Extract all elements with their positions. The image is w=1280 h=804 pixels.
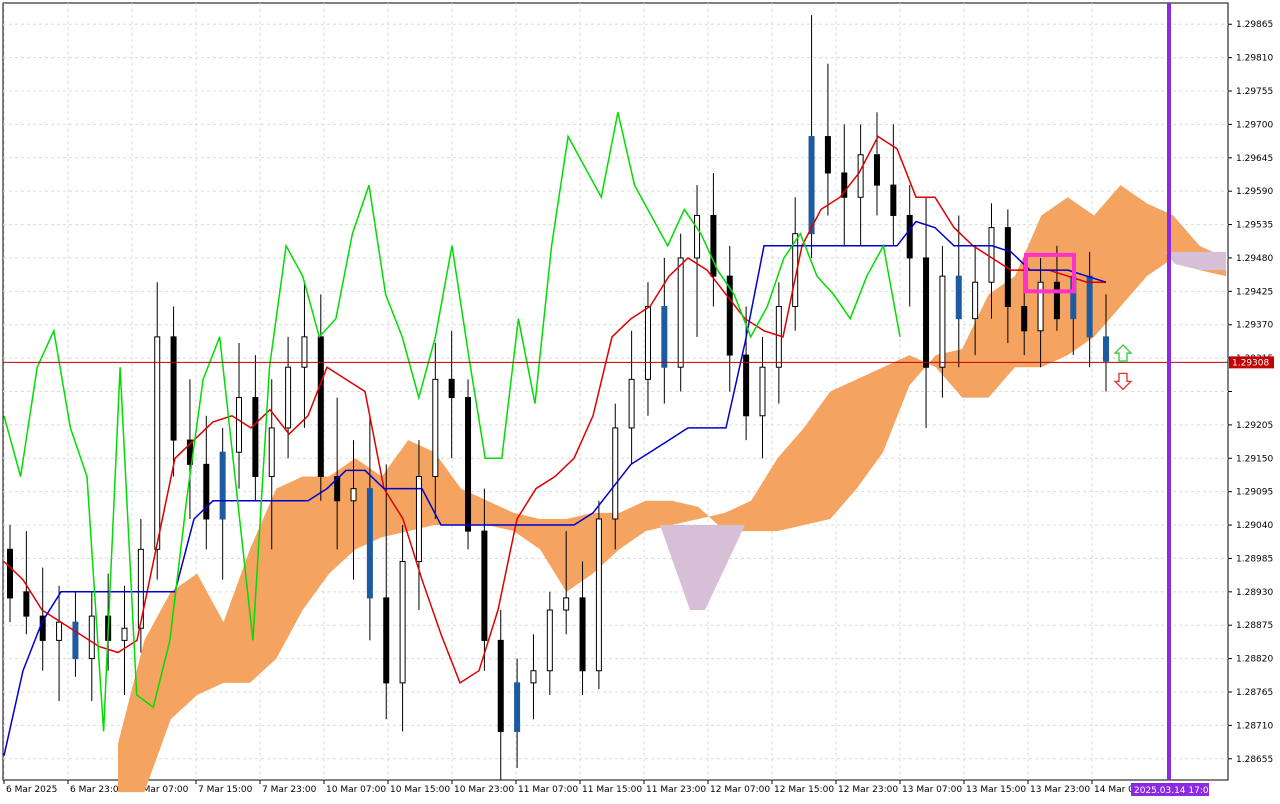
y-tick-label: 1.29865 [1236,20,1273,30]
y-tick-label: 1.28655 [1236,755,1273,765]
candle-body [906,214,913,259]
x-tick-label: 11 Mar 07:00 [518,785,578,795]
candle-body [268,427,275,477]
candle-body [121,627,128,641]
candle-body [23,591,30,617]
x-tick-label: 7 Mar 23:00 [262,785,317,795]
candle-body [203,463,210,520]
candle-body [939,275,946,368]
y-tick-label: 1.29700 [1236,120,1273,130]
candle-body [399,560,406,684]
candle-body [988,227,995,283]
x-tick-label: 6 Mar 23:00 [70,785,125,795]
y-tick-label: 1.29425 [1236,287,1273,297]
candle-body [530,670,537,684]
x-tick-label: 11 Mar 15:00 [582,785,642,795]
candle-body [481,530,488,641]
candle-body [972,281,979,320]
candle-body [808,136,815,235]
candle-body [955,275,962,320]
candle [595,500,602,689]
y-tick-label: 1.28930 [1236,588,1273,598]
x-tick-label: 13 Mar 23:00 [1030,785,1090,795]
candle-body [759,366,766,417]
y-tick-label: 1.29095 [1236,488,1273,498]
x-tick-label: 11 Mar 23:00 [646,785,706,795]
candle-body [88,615,95,660]
candle-body [873,154,880,186]
y-tick-label: 1.28710 [1236,721,1273,731]
candle-body [252,397,259,477]
candle-body [514,682,521,732]
candle-body [72,621,79,660]
x-tick-label: 10 Mar 07:00 [326,785,386,795]
x-tick-label: 7 Mar 15:00 [198,785,253,795]
x-tick-label: 12 Mar 07:00 [710,785,770,795]
x-tick-label: 13 Mar 07:00 [902,785,962,795]
candle-body [448,378,455,399]
y-tick-label: 1.28875 [1236,621,1273,631]
candle-body [661,306,668,368]
y-tick-label: 1.29480 [1236,254,1273,264]
candle-body [56,621,63,641]
candle-body [563,597,570,611]
candle-body [154,336,161,550]
candle-body [366,488,373,599]
time-marker-label: 2025.03.14 17:00 [1134,786,1215,796]
x-tick-label: 13 Mar 15:00 [966,785,1026,795]
x-tick-label: 10 Mar 23:00 [454,785,514,795]
candle-body [890,184,897,216]
y-tick-label: 1.29755 [1236,87,1273,97]
candle-body [710,214,717,277]
y-tick-label: 1.29590 [1236,187,1273,197]
candle-body [612,427,619,520]
candle-body [383,597,390,684]
candle-body [350,488,357,502]
candle-body [857,154,864,198]
candle [465,379,472,550]
candle-body [219,451,226,520]
candle-body [595,518,602,672]
candle-body [170,336,177,441]
candle-body [579,597,586,672]
y-tick-label: 1.28765 [1236,688,1273,698]
y-tick-label: 1.29370 [1236,321,1273,331]
candle-body [1053,281,1060,320]
candle-body [743,354,750,417]
current-price-label: 1.29308 [1232,358,1269,368]
candle-body [236,397,243,453]
y-tick-label: 1.28820 [1236,655,1273,665]
x-tick-label: 6 Mar 2025 [6,785,57,795]
candle-body [644,306,651,380]
candle-body [7,548,13,599]
chart-area: 1.29865 1.29810 1.29755 1.29700 1.29645 1.295… [0,0,1280,800]
y-tick-label: 1.29645 [1236,154,1273,164]
candlestick-chart: 1.29865 1.29810 1.29755 1.29700 1.29645 1.295… [2,2,1274,796]
y-tick-label: 1.28985 [1236,554,1273,564]
x-tick-label: 12 Mar 15:00 [774,785,834,795]
candle-body [677,257,684,368]
candle-body [465,397,472,532]
y-tick-label: 1.29810 [1236,54,1273,64]
x-tick-label: 10 Mar 15:00 [390,785,450,795]
x-tick-label: 12 Mar 23:00 [838,785,898,795]
candle-body [432,378,439,477]
candle-body [317,336,324,477]
candle-body [1086,275,1093,338]
candle-body [694,214,701,259]
candle-body [923,257,930,368]
candle-body [546,609,553,672]
y-tick-label: 1.29150 [1236,454,1273,464]
y-tick-label: 1.29535 [1236,221,1273,231]
candle-body [824,136,831,174]
y-tick-label: 1.29205 [1236,421,1273,431]
candle-body [497,639,504,732]
candle-body [285,366,292,429]
candle-body [1103,336,1109,362]
candle-body [1021,306,1028,332]
candle-body [628,378,635,429]
y-tick-label: 1.29040 [1236,521,1273,531]
